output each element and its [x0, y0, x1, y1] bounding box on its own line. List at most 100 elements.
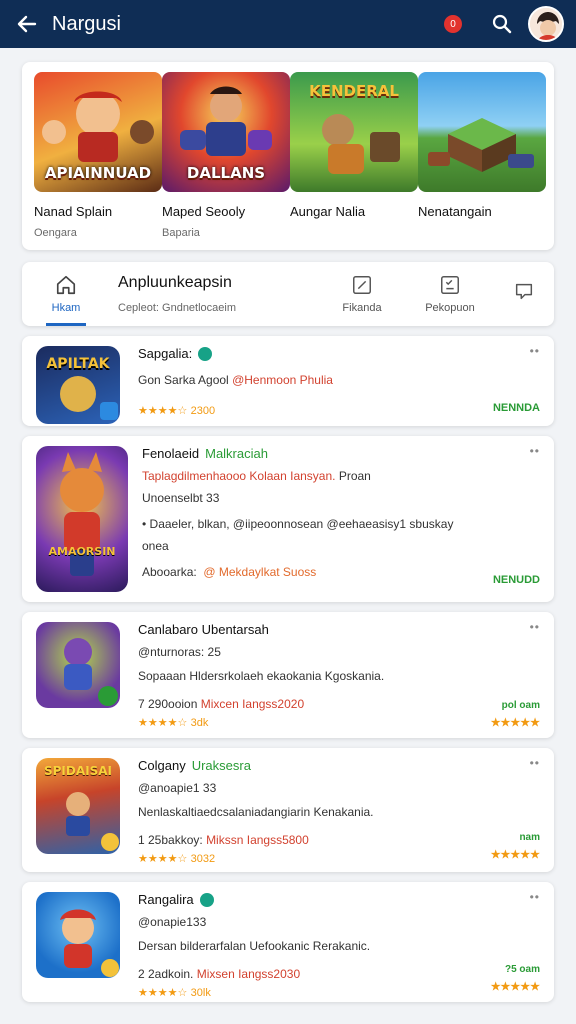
tab-home[interactable]: Hkam — [22, 262, 110, 326]
tab-favorites[interactable] — [494, 262, 554, 326]
app-developer: @nturnoras: 25 — [138, 645, 221, 659]
featured-app-thumbnail[interactable] — [418, 72, 546, 192]
avatar[interactable] — [528, 6, 564, 42]
app-stats-link[interactable]: Mikssn Iangss5800 — [206, 833, 309, 847]
app-icon[interactable]: SPIDAISAI — [36, 758, 120, 854]
list-item[interactable]: Canlabaro Ubentarsah @nturnoras: 25 Sopa… — [22, 612, 554, 738]
rating-count: 3dk — [190, 717, 209, 729]
app-icon-art-text: AMAORSIN — [48, 545, 116, 558]
rating-stars: ★★★★☆ — [138, 853, 188, 865]
more-options-icon[interactable]: •• — [530, 890, 540, 904]
app-description-more: onea — [142, 539, 169, 553]
app-developer: Unoenselbt 33 — [142, 491, 220, 505]
featured-app-thumbnail[interactable]: APIAINNUAD — [34, 72, 162, 192]
app-description: Dersan bilderarfalan Uefookanic Rerakani… — [138, 939, 371, 953]
page-title: Nargusi — [52, 12, 121, 35]
app-name: Fenolaeid — [142, 446, 200, 461]
app-description: Nenlaskaltiaedcsalaniadangiarin Kenakani… — [138, 805, 374, 819]
featured-app-art-text: DALLANS — [186, 164, 266, 182]
home-icon — [56, 275, 76, 295]
search-icon[interactable] — [490, 12, 514, 36]
featured-app-subtitle: Baparia — [162, 227, 200, 239]
featured-app[interactable]: Nenatangain — [418, 72, 546, 240]
app-name: Colgany — [138, 758, 186, 773]
app-icon[interactable]: APILTAK — [36, 346, 120, 424]
rating-stars: ★★★★☆ — [138, 405, 188, 417]
install-tag[interactable]: NENUDD — [493, 574, 540, 586]
app-name-highlight: Uraksesra — [191, 758, 251, 773]
app-stats: 2 2adkoin. — [138, 967, 194, 981]
app-details: Rangalira @onapie133 Dersan bilderarfala… — [138, 892, 540, 999]
rating-stars: ★★★★☆ — [138, 987, 188, 999]
app-details: Sapgalia: Gon Sarka Agool @Henmoon Phuli… — [138, 346, 540, 417]
back-arrow-icon[interactable] — [12, 9, 42, 39]
featured-app[interactable]: KENDERAL Aungar Nalia — [290, 72, 418, 240]
price-label: pol oam — [501, 700, 540, 711]
app-details: Fenolaeid Malkraciah Taplagdilmenhaooo Ko… — [142, 446, 540, 592]
app-association-label: Abooarka: — [142, 565, 197, 579]
verified-badge-icon — [199, 892, 214, 907]
price-label: nam — [519, 832, 540, 843]
app-icon[interactable]: AMAORSIN — [36, 446, 128, 592]
featured-app-name: Nenatangain — [418, 204, 492, 219]
tab-home-label: Hkam — [51, 302, 81, 314]
featured-app-name: Nanad Splain — [34, 204, 113, 219]
notification-badge[interactable]: 0 — [444, 15, 462, 33]
tab-edit[interactable]: Fikanda — [318, 262, 406, 326]
tab-edit-label: Fikanda — [342, 302, 382, 314]
tab-list-label: Pekopuon — [425, 302, 475, 314]
more-options-icon[interactable]: •• — [530, 344, 540, 358]
app-name: Rangalira — [138, 892, 194, 907]
tab-applications-title: Anpluunkeapsin — [118, 274, 232, 291]
app-icon[interactable] — [36, 892, 120, 978]
app-details: Canlabaro Ubentarsah @nturnoras: 25 Sopa… — [138, 622, 540, 729]
app-icon[interactable] — [36, 622, 120, 708]
app-developer-link[interactable]: @Henmoon Phulia — [232, 373, 333, 387]
app-description: Daaeler, blkan, @iipeoonnosean @eehaeasi… — [149, 517, 454, 531]
app-icon-art-text: SPIDAISAI — [43, 764, 112, 778]
tab-applications-subtitle: Cepleot: Gndnetlocaeim — [118, 302, 237, 314]
rating-count: 30lk — [190, 987, 211, 999]
app-stats-link[interactable]: Mixsen Iangss2030 — [197, 967, 300, 981]
install-tag[interactable]: NENNDA — [493, 402, 540, 414]
featured-app-thumbnail[interactable]: DALLANS — [162, 72, 290, 192]
app-developer: @onapie133 — [138, 915, 207, 929]
list-item[interactable]: APILTAK Sapgalia: Gon Sarka Agool @Henmo… — [22, 336, 554, 426]
app-icon-art-text: APILTAK — [46, 356, 110, 372]
more-options-icon[interactable]: •• — [530, 756, 540, 770]
app-tagline-rest: Proan — [338, 469, 371, 483]
rating-count: 3032 — [190, 853, 216, 865]
app-details: Colgany Uraksesra @anoapie1 33 Nenlaskalt… — [138, 758, 540, 865]
app-stats-link[interactable]: Mixcen Iangss2020 — [201, 697, 304, 711]
app-tagline: Taplagdilmenhaooo Kolaan Iansyan. — [142, 469, 336, 483]
more-options-icon[interactable]: •• — [530, 444, 540, 458]
app-developer: Gon Sarka Agool — [138, 373, 229, 387]
tab-applications[interactable]: Anpluunkeapsin Cepleot: Gndnetlocaeim — [110, 262, 318, 326]
featured-app-subtitle: Oengara — [34, 227, 77, 239]
featured-app-thumbnail[interactable]: KENDERAL — [290, 72, 418, 192]
more-options-icon[interactable]: •• — [530, 620, 540, 634]
list-item[interactable]: AMAORSIN Fenolaeid Malkraciah Taplagdilme… — [22, 436, 554, 602]
checklist-icon — [441, 276, 459, 294]
app-description: Sopaaan Hldersrkolaeh ekaokania Kgoskani… — [138, 669, 385, 683]
tab-list[interactable]: Pekopuon — [406, 262, 494, 326]
featured-app-name: Maped Seooly — [162, 204, 246, 219]
edit-icon — [353, 276, 371, 294]
price-label: ?5 oam — [504, 964, 540, 975]
list-item[interactable]: Rangalira @onapie133 Dersan bilderarfala… — [22, 882, 554, 1002]
app-association-link[interactable]: @ Mekdaylkat Suoss — [203, 565, 316, 579]
featured-app-name: Aungar Nalia — [290, 204, 366, 219]
app-name: Canlabaro Ubentarsah — [138, 622, 269, 637]
featured-app[interactable]: DALLANS Maped Seooly Baparia — [162, 72, 290, 240]
rating-stars-summary: ★★★★★ — [490, 717, 540, 729]
app-name: Sapgalia: — [138, 346, 193, 361]
top-app-bar: Nargusi 0 — [0, 0, 576, 48]
verified-badge-icon — [198, 346, 213, 361]
app-stats: 1 25bakkoy: — [138, 833, 203, 847]
featured-app[interactable]: APIAINNUAD Nanad Splain Oengara — [34, 72, 162, 240]
rating-count: 2300 — [190, 405, 216, 417]
app-stats: 7 290ooion — [138, 697, 198, 711]
app-name-highlight: Malkraciah — [205, 446, 268, 461]
featured-app-art-text: KENDERAL — [309, 82, 399, 100]
list-item[interactable]: SPIDAISAI Colgany Uraksesra @anoapie1 33 … — [22, 748, 554, 872]
